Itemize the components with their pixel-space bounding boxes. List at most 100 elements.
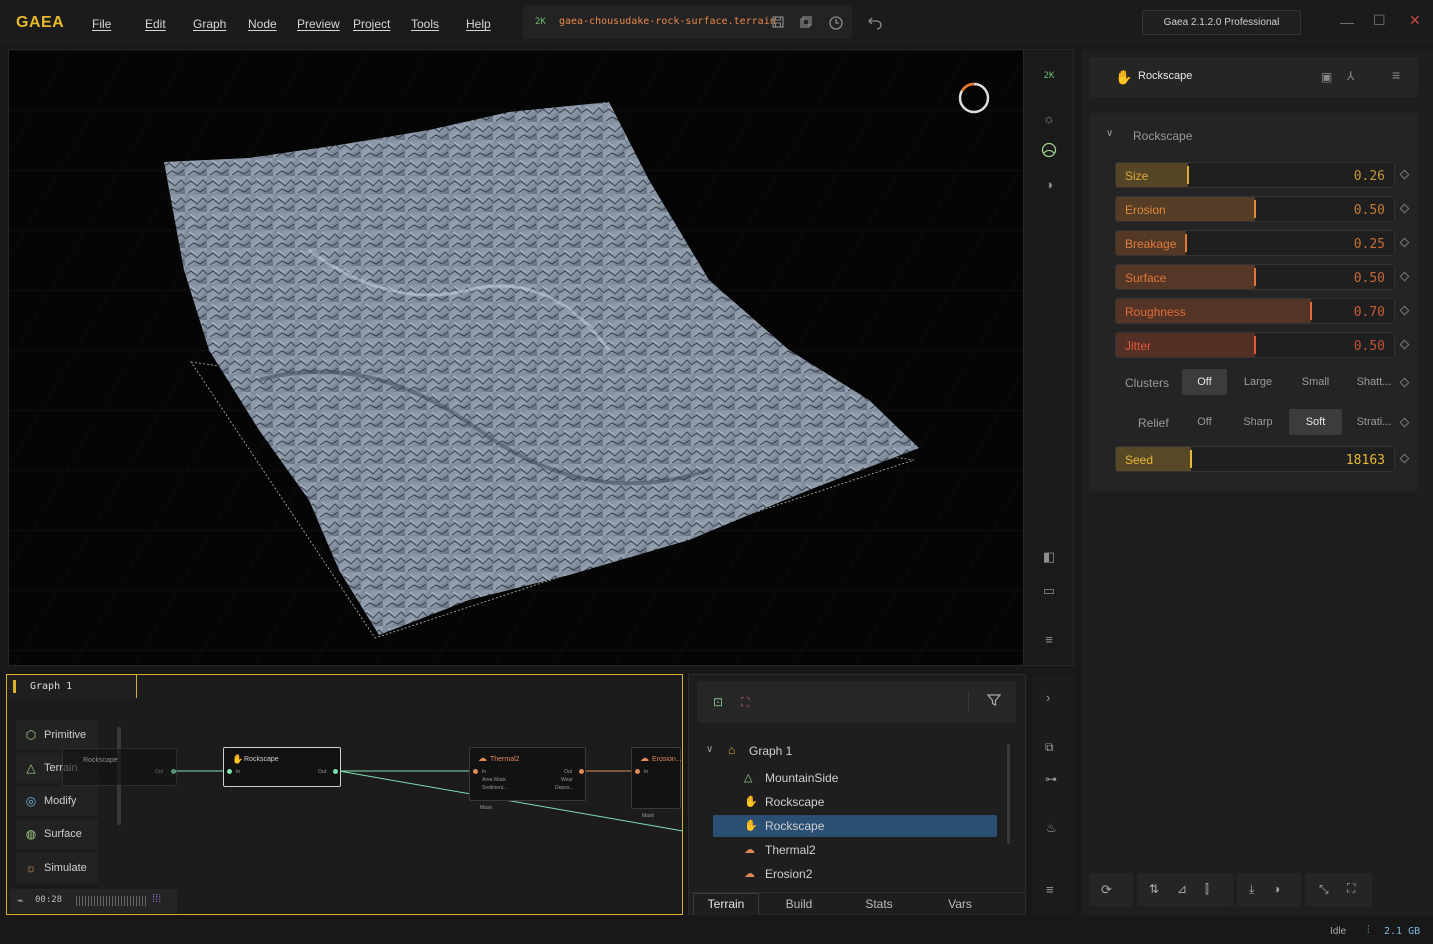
slider-erosion[interactable]: Erosion 0.50 [1115,196,1395,222]
tab-build[interactable]: Build [766,893,832,915]
file-box: 2K gaea-chousudake-rock-surface.terrain [523,6,852,39]
chevron-right-icon[interactable]: › [1046,690,1050,705]
port-out[interactable] [171,769,176,774]
node-thermal2[interactable]: ☁ Thermal2 In Area Mask Sediment... Out … [469,747,586,801]
compare-icon[interactable]: ◧ [1040,548,1058,566]
hierarchy-icon[interactable]: ⊶ [1045,772,1057,786]
menu-node[interactable]: Node [248,17,277,31]
port-in[interactable] [227,769,232,774]
clusters-option-small[interactable]: Small [1289,369,1342,395]
relief-option-strati[interactable]: Strati... [1346,409,1402,435]
slider-value: 0.50 [1353,339,1385,354]
tab-stats[interactable]: Stats [846,893,912,915]
collapse-icon[interactable]: ⤡ [1319,882,1329,897]
grid-icon[interactable]: ⁞⁞⁞ [152,893,161,905]
relief-option-soft[interactable]: Soft [1289,409,1342,435]
maximize-icon[interactable]: ☐ [1373,12,1386,29]
file-name[interactable]: gaea-chousudake-rock-surface.terrain [559,16,776,27]
sun-icon[interactable]: ☼ [1040,110,1058,128]
node-rockscape-1[interactable]: Rockscape Out [62,748,177,786]
menu-file[interactable]: File [92,17,111,31]
slider-roughness[interactable]: Roughness 0.70 [1115,298,1395,324]
slider-size[interactable]: Size 0.26 [1115,162,1395,188]
options-icon[interactable]: ≡ [1392,67,1400,83]
category-modify[interactable]: ◎ Modify [16,786,98,816]
toolbar-group-1: ⟳ [1089,873,1133,907]
contrast-icon[interactable]: ◑ [1040,176,1058,194]
align-icon[interactable]: ⫿ [1205,882,1209,897]
filter-icon[interactable] [986,693,1002,712]
terrain-render[interactable] [9,50,1024,666]
toolbar-group-3: ⤓ ◑ [1237,873,1301,907]
hand-icon: ✋ [744,796,758,808]
tab-graph-1[interactable]: Graph 1 [6,674,137,698]
node-erosion[interactable]: ☁ Erosion... In [631,747,682,809]
ruler-icon[interactable]: ⊿ [1177,882,1187,896]
list-menu-icon[interactable]: ≡ [1046,882,1054,897]
clusters-option-large[interactable]: Large [1231,369,1285,395]
close-icon[interactable]: ✕ [1409,12,1421,29]
layout-icon[interactable]: ▭ [1040,582,1058,600]
node-rockscape-2[interactable]: ✋ Rockscape In Out [223,747,341,787]
slider-breakage[interactable]: Breakage 0.25 [1115,230,1395,256]
category-simulate[interactable]: ☼ Simulate [16,853,98,883]
category-primitive[interactable]: ⬡ Primitive [16,720,98,750]
tree-scrollbar[interactable] [1007,744,1010,844]
menu-tools[interactable]: Tools [411,17,439,31]
tab-vars[interactable]: Vars [927,893,993,915]
flame-icon[interactable]: ♨ [1046,821,1057,835]
tab-terrain[interactable]: Terrain [693,893,759,915]
menu-icon[interactable]: ≡ [1040,631,1058,649]
relief-option-off[interactable]: Off [1182,409,1227,435]
slider-jitter[interactable]: Jitter 0.50 [1115,332,1395,358]
clusters-label: Clusters [1125,376,1170,390]
unfocus-icon[interactable]: ⛶ [741,695,749,710]
focus-icon[interactable]: ⊡ [713,695,723,709]
port-out[interactable] [579,769,584,774]
menu-edit[interactable]: Edit [145,17,166,31]
menu-graph[interactable]: Graph [193,17,226,31]
menu-project[interactable]: Project [353,17,390,31]
clusters-option-off[interactable]: Off [1182,369,1227,395]
tree-item[interactable]: △ MountainSide [713,767,997,789]
port-out-label: Out [318,769,327,775]
tree-chevron-down-icon[interactable]: ∨ [706,744,713,755]
seed-marker [1190,450,1193,468]
menu-help[interactable]: Help [466,17,491,31]
category-label: Primitive [44,729,87,741]
tree-item[interactable]: ☁ Thermal2 [713,839,997,861]
material-icon[interactable] [1040,142,1058,160]
node-title[interactable]: Rockscape [1138,70,1192,82]
mask-icon[interactable]: ◑ [1273,882,1280,896]
clusters-option-shatt[interactable]: Shatt... [1346,369,1402,395]
tree-root-graph[interactable]: Graph 1 [749,740,792,762]
seed-slider[interactable]: Seed 18163 [1115,446,1395,472]
fullscreen-icon[interactable]: ⛶ [1347,881,1355,896]
port-out[interactable] [333,769,338,774]
flip-icon[interactable]: ⇅ [1149,882,1159,896]
frame-icon[interactable]: ▣ [1321,70,1332,84]
chevron-down-icon[interactable]: ∨ [1106,128,1113,139]
refresh-icon[interactable]: ⟳ [1101,882,1112,898]
slider-surface[interactable]: Surface 0.50 [1115,264,1395,290]
tree-item[interactable]: ☁ Erosion2 [713,863,997,885]
copy-icon[interactable]: ⧉ [1045,740,1054,755]
download-icon[interactable]: ⤓ [1249,882,1254,897]
minimize-icon[interactable]: — [1340,14,1354,30]
undo-icon[interactable] [867,14,883,30]
tree-item[interactable]: ✋ Rockscape [713,815,997,837]
relief-option-sharp[interactable]: Sharp [1231,409,1285,435]
menu-preview[interactable]: Preview [297,17,340,31]
save-icon[interactable] [770,15,786,31]
port-in[interactable] [473,769,478,774]
tree-item[interactable]: ✋ Rockscape [713,791,997,813]
branch-icon[interactable]: ⅄ [1347,69,1354,83]
slider-marker [1254,268,1256,286]
port-in[interactable] [635,769,640,774]
3d-viewport[interactable] [8,49,1024,666]
resolution-badge[interactable]: 2K [1040,67,1058,85]
history-icon[interactable] [828,15,844,31]
duplicate-icon[interactable] [798,15,814,31]
category-surface[interactable]: ◍ Surface [16,819,98,849]
modify-icon: ◎ [25,794,37,808]
